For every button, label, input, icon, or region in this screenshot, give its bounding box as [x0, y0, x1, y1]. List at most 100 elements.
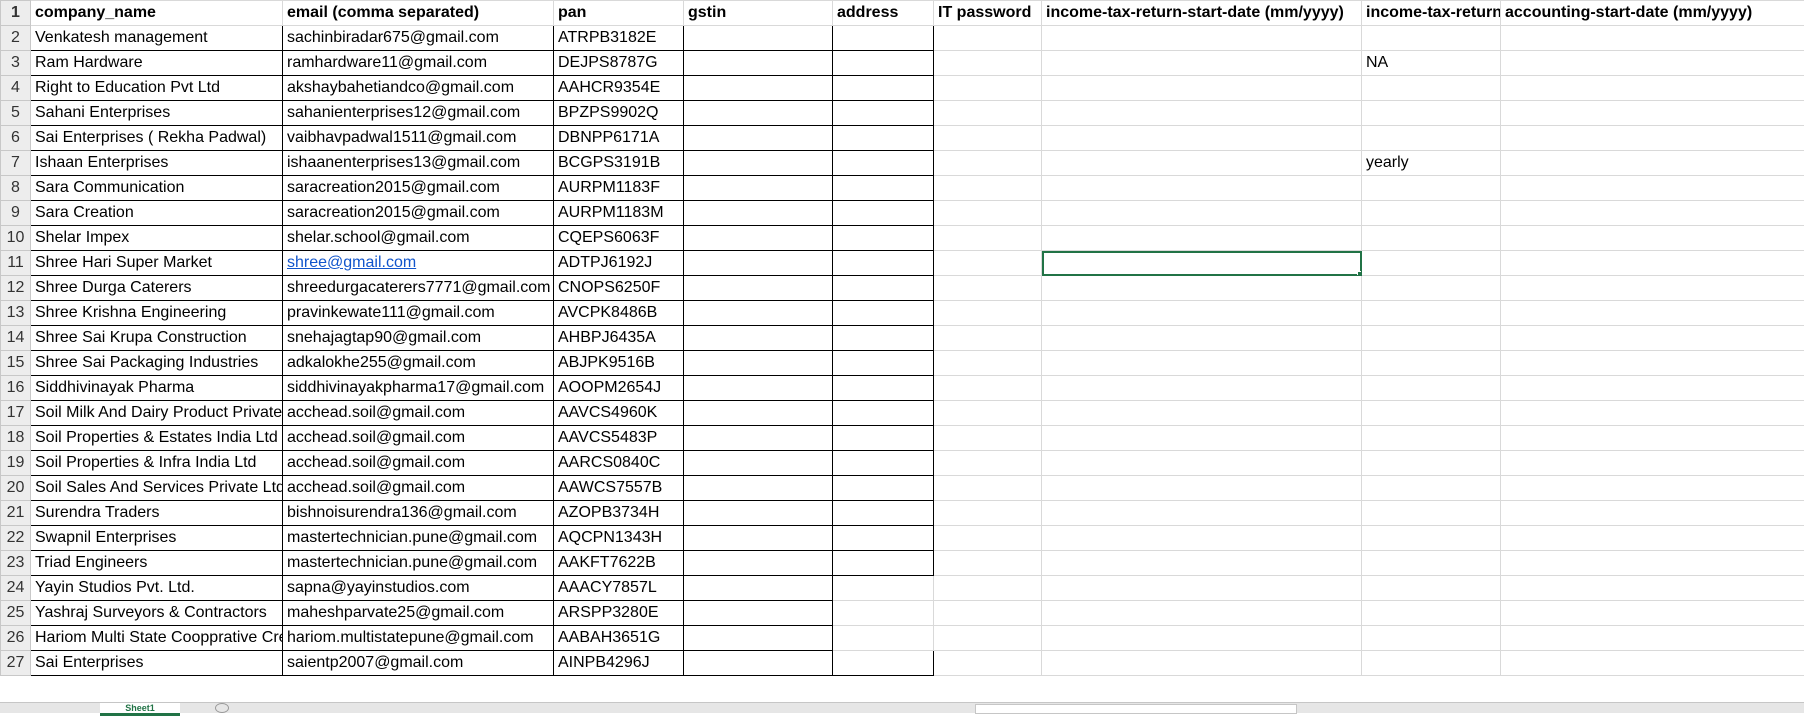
cell-it-password[interactable]	[934, 51, 1042, 76]
cell-email[interactable]: siddhivinayakpharma17@gmail.com	[283, 376, 554, 401]
cell-itr-start-date[interactable]	[1042, 76, 1362, 101]
cell-company-name[interactable]: Yayin Studios Pvt. Ltd.	[31, 576, 283, 601]
cell-email[interactable]: saracreation2015@gmail.com	[283, 201, 554, 226]
cell-itr-frequency[interactable]: yearly	[1362, 151, 1501, 176]
cell-address[interactable]	[833, 276, 934, 301]
cell-email[interactable]: saientp2007@gmail.com	[283, 651, 554, 676]
cell-company-name[interactable]: Triad Engineers	[31, 551, 283, 576]
cell-pan[interactable]: AAHCR9354E	[554, 76, 684, 101]
cell-address[interactable]	[833, 226, 934, 251]
cell-email[interactable]: shree@gmail.com	[283, 251, 554, 276]
cell-itr-frequency[interactable]	[1362, 276, 1501, 301]
cell-address[interactable]	[833, 101, 934, 126]
cell-pan[interactable]: AAWCS7557B	[554, 476, 684, 501]
cell-email[interactable]: shreedurgacaterers7771@gmail.com	[283, 276, 554, 301]
cell-company-name[interactable]: Right to Education Pvt Ltd	[31, 76, 283, 101]
cell-pan[interactable]: AINPB4296J	[554, 651, 684, 676]
cell-gstin[interactable]	[684, 251, 833, 276]
cell-pan[interactable]: ABJPK9516B	[554, 351, 684, 376]
cell-pan[interactable]: DEJPS8787G	[554, 51, 684, 76]
cell-accounting-start-date[interactable]	[1501, 301, 1804, 326]
cell-company-name[interactable]: Sai Enterprises	[31, 651, 283, 676]
cell-it-password[interactable]	[934, 626, 1042, 651]
cell-it-password[interactable]	[934, 551, 1042, 576]
cell-address[interactable]	[833, 201, 934, 226]
cell-address[interactable]	[833, 501, 934, 526]
cell-company-name[interactable]: Soil Milk And Dairy Product Private Ltd	[31, 401, 283, 426]
cell-itr-start-date[interactable]	[1042, 351, 1362, 376]
cell-address[interactable]	[833, 476, 934, 501]
cell-address[interactable]	[833, 651, 934, 676]
cell-email[interactable]: vaibhavpadwal1511@gmail.com	[283, 126, 554, 151]
cell-address[interactable]	[833, 351, 934, 376]
cell-gstin[interactable]	[684, 451, 833, 476]
cell-itr-frequency[interactable]	[1362, 401, 1501, 426]
column-header-pan[interactable]: pan	[554, 1, 684, 26]
cell-gstin[interactable]	[684, 76, 833, 101]
cell-itr-start-date[interactable]	[1042, 326, 1362, 351]
cell-itr-frequency[interactable]	[1362, 351, 1501, 376]
cell-it-password[interactable]	[934, 326, 1042, 351]
cell-email[interactable]: acchead.soil@gmail.com	[283, 426, 554, 451]
cell-itr-start-date[interactable]	[1042, 26, 1362, 51]
cell-itr-start-date[interactable]	[1042, 451, 1362, 476]
cell-pan[interactable]: AARCS0840C	[554, 451, 684, 476]
cell-itr-frequency[interactable]	[1362, 501, 1501, 526]
cell-email[interactable]: sachinbiradar675@gmail.com	[283, 26, 554, 51]
cell-email[interactable]: snehajagtap90@gmail.com	[283, 326, 554, 351]
cell-email[interactable]: hariom.multistatepune@gmail.com	[283, 626, 554, 651]
cell-gstin[interactable]	[684, 101, 833, 126]
cell-pan[interactable]: AABAH3651G	[554, 626, 684, 651]
cell-email[interactable]: sapna@yayinstudios.com	[283, 576, 554, 601]
cell-email[interactable]: akshaybahetiandco@gmail.com	[283, 76, 554, 101]
cell-company-name[interactable]: Sara Communication	[31, 176, 283, 201]
cell-company-name[interactable]: Shree Hari Super Market	[31, 251, 283, 276]
cell-address[interactable]	[833, 301, 934, 326]
cell-accounting-start-date[interactable]	[1501, 651, 1804, 676]
cell-company-name[interactable]: Hariom Multi State Coopprative Credit So…	[31, 626, 283, 651]
cell-email[interactable]: mastertechnician.pune@gmail.com	[283, 526, 554, 551]
cell-accounting-start-date[interactable]	[1501, 551, 1804, 576]
cell-gstin[interactable]	[684, 551, 833, 576]
cell-company-name[interactable]: Yashraj Surveyors & Contractors	[31, 601, 283, 626]
cell-itr-start-date[interactable]	[1042, 551, 1362, 576]
cell-accounting-start-date[interactable]	[1501, 251, 1804, 276]
cell-itr-start-date[interactable]	[1042, 476, 1362, 501]
cell-it-password[interactable]	[934, 126, 1042, 151]
cell-company-name[interactable]: Sai Enterprises ( Rekha Padwal)	[31, 126, 283, 151]
cell-pan[interactable]: AHBPJ6435A	[554, 326, 684, 351]
cell-gstin[interactable]	[684, 176, 833, 201]
cell-company-name[interactable]: Shree Durga Caterers	[31, 276, 283, 301]
cell-itr-frequency[interactable]	[1362, 451, 1501, 476]
cell-it-password[interactable]	[934, 376, 1042, 401]
cell-accounting-start-date[interactable]	[1501, 51, 1804, 76]
horizontal-scrollbar[interactable]	[975, 704, 1297, 714]
cell-accounting-start-date[interactable]	[1501, 126, 1804, 151]
cell-company-name[interactable]: Soil Properties & Infra India Ltd	[31, 451, 283, 476]
cell-address[interactable]	[833, 251, 934, 276]
cell-it-password[interactable]	[934, 526, 1042, 551]
cell-itr-start-date[interactable]	[1042, 401, 1362, 426]
cell-gstin[interactable]	[684, 526, 833, 551]
cell-company-name[interactable]: Venkatesh management	[31, 26, 283, 51]
cell-itr-frequency[interactable]	[1362, 476, 1501, 501]
cell-email[interactable]: shelar.school@gmail.com	[283, 226, 554, 251]
cell-accounting-start-date[interactable]	[1501, 101, 1804, 126]
cell-it-password[interactable]	[934, 101, 1042, 126]
cell-pan[interactable]: ARSPP3280E	[554, 601, 684, 626]
cell-company-name[interactable]: Sara Creation	[31, 201, 283, 226]
cell-gstin[interactable]	[684, 476, 833, 501]
cell-itr-frequency[interactable]	[1362, 601, 1501, 626]
cell-itr-start-date[interactable]	[1042, 226, 1362, 251]
cell-pan[interactable]: AQCPN1343H	[554, 526, 684, 551]
cell-company-name[interactable]: Siddhivinayak Pharma	[31, 376, 283, 401]
cell-itr-frequency[interactable]: NA	[1362, 51, 1501, 76]
cell-company-name[interactable]: Shree Sai Packaging Industries	[31, 351, 283, 376]
cell-itr-start-date[interactable]	[1042, 526, 1362, 551]
cell-accounting-start-date[interactable]	[1501, 376, 1804, 401]
cell-address[interactable]	[833, 526, 934, 551]
cell-gstin[interactable]	[684, 226, 833, 251]
cell-company-name[interactable]: Swapnil Enterprises	[31, 526, 283, 551]
cell-itr-start-date[interactable]	[1042, 151, 1362, 176]
cell-gstin[interactable]	[684, 601, 833, 626]
